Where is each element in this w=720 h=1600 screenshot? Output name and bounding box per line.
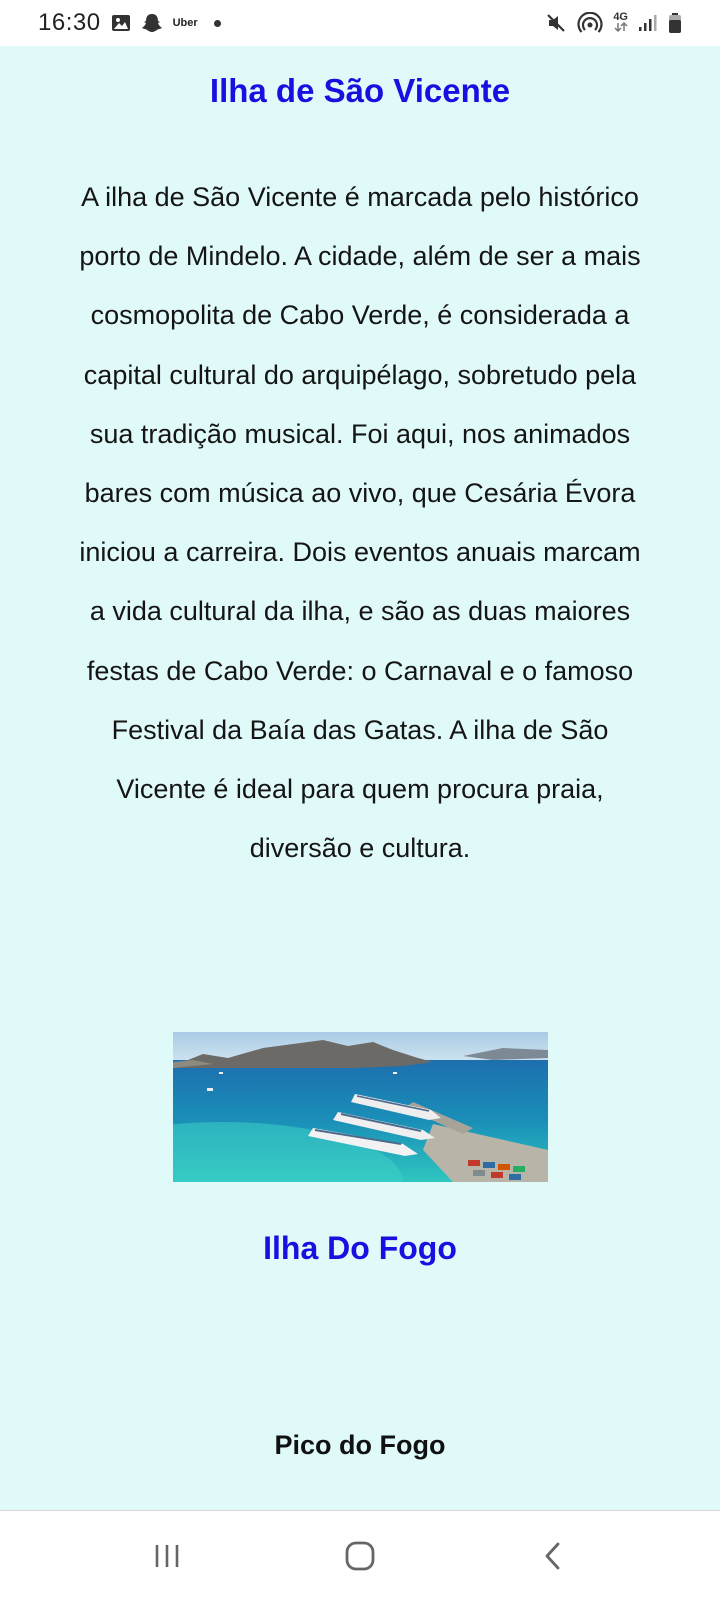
mute-icon (545, 12, 567, 34)
recent-apps-icon (155, 1544, 178, 1567)
image-icon (111, 13, 131, 33)
4g-icon: 4G (613, 12, 628, 34)
back-icon (545, 1542, 560, 1569)
recent-apps-button[interactable] (127, 1526, 207, 1586)
back-button[interactable] (513, 1526, 593, 1586)
status-bar-right: 4G (545, 12, 682, 34)
signal-icon (638, 13, 658, 33)
snapchat-icon (141, 12, 163, 34)
home-icon (345, 1541, 375, 1570)
page-content: Ilha de São Vicente A ilha de São Vicent… (0, 46, 720, 1510)
status-bar-left: 16:30 Uber (38, 9, 221, 37)
navigation-bar (0, 1510, 720, 1600)
home-button[interactable] (320, 1526, 400, 1586)
section-title-sao-vicente: Ilha de São Vicente (209, 72, 511, 109)
uber-icon: Uber (172, 17, 198, 29)
section-title-fogo: Ilha Do Fogo (263, 1230, 457, 1266)
section-paragraph-sao-vicente: A ilha de São Vicente é marcada pelo his… (79, 182, 641, 864)
section-subtitle-pico-do-fogo: Pico do Fogo (274, 1430, 446, 1460)
battery-icon (668, 12, 682, 34)
mindelo-harbor-image (173, 1032, 548, 1182)
status-time: 16:30 (38, 9, 101, 36)
notification-dot (213, 19, 221, 27)
hotspot-icon (577, 12, 603, 34)
status-bar: 16:30 Uber 4G (0, 0, 720, 46)
